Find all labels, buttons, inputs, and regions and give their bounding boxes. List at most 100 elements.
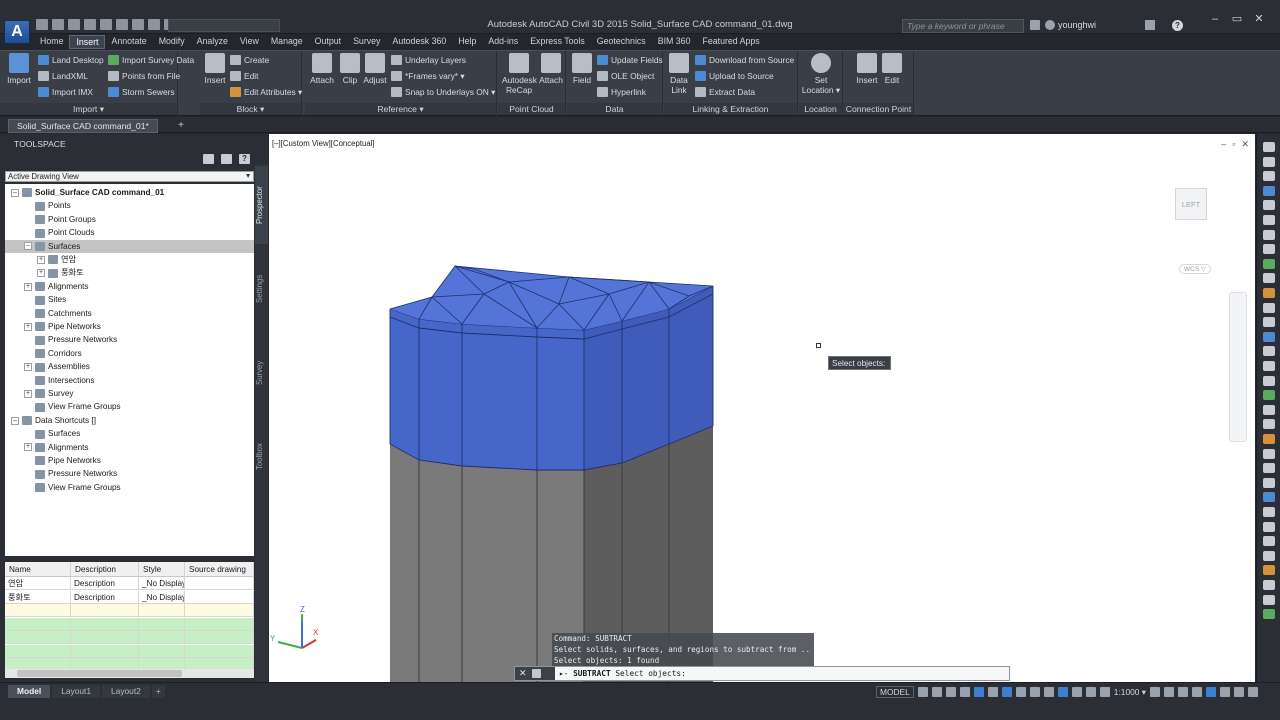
toolbar-tool-icon[interactable] bbox=[1263, 536, 1275, 547]
expand-toggle-icon[interactable]: + bbox=[24, 389, 32, 398]
toolbar-tool-icon[interactable] bbox=[1263, 521, 1275, 532]
dynamic-input-icon[interactable] bbox=[945, 687, 956, 697]
solid-model[interactable] bbox=[269, 134, 1255, 682]
set-location-button[interactable]: Set Location ▾ bbox=[801, 53, 841, 95]
tab-geotechnics[interactable]: Geotechnics bbox=[591, 35, 652, 49]
tab-layout1[interactable]: Layout1 bbox=[52, 685, 101, 698]
toolbar-tool-icon[interactable] bbox=[1263, 375, 1275, 386]
add-layout-tab[interactable]: + bbox=[151, 685, 165, 698]
wcs-menu[interactable]: WCS ▽ bbox=[1179, 264, 1211, 274]
toolbar-tool-icon[interactable] bbox=[1263, 142, 1275, 152]
list-row[interactable]: 연암 Description _No Display bbox=[5, 577, 254, 590]
expand-toggle-icon[interactable]: + bbox=[24, 282, 32, 291]
lineweight-icon[interactable] bbox=[1029, 687, 1040, 697]
tree-item[interactable]: Sites bbox=[5, 293, 254, 306]
tree-item[interactable]: Pressure Networks bbox=[5, 333, 254, 346]
column-style[interactable]: Style bbox=[139, 562, 185, 577]
tree-item[interactable]: Point Clouds bbox=[5, 226, 254, 239]
object-snap-tracking-icon[interactable] bbox=[1001, 687, 1012, 697]
polar-tracking-icon[interactable] bbox=[973, 687, 984, 697]
expand-toggle-icon[interactable]: – bbox=[11, 188, 19, 197]
tab-view[interactable]: View bbox=[234, 35, 265, 49]
ortho-icon[interactable] bbox=[959, 687, 970, 697]
tab-add-ins[interactable]: Add-ins bbox=[482, 35, 524, 49]
annotation-visibility-icon[interactable] bbox=[1085, 687, 1096, 697]
tab-featured-apps[interactable]: Featured Apps bbox=[696, 35, 765, 49]
toolbar-tool-icon[interactable] bbox=[1263, 565, 1275, 576]
toolbar-tool-icon[interactable] bbox=[1263, 215, 1275, 225]
import-panel-title[interactable]: Import ▾ bbox=[0, 103, 177, 115]
active-drawing-view-select[interactable]: Active Drawing View bbox=[5, 171, 254, 182]
new-tab-plus-icon[interactable]: + bbox=[175, 120, 187, 131]
selection-cycling-icon[interactable] bbox=[1057, 687, 1068, 697]
tab-survey[interactable]: Survey bbox=[255, 334, 268, 412]
edit-block-button[interactable]: Edit bbox=[230, 71, 258, 81]
download-from-source-button[interactable]: Download from Source bbox=[695, 55, 794, 65]
storm-sewers-button[interactable]: Storm Sewers bbox=[108, 87, 175, 97]
list-row[interactable]: 풍화토 Description _No Display bbox=[5, 590, 254, 604]
model-space-button[interactable]: MODEL bbox=[876, 686, 914, 698]
view-toggle-icon[interactable] bbox=[203, 154, 214, 164]
tree-item[interactable]: Intersections bbox=[5, 374, 254, 387]
ole-object-button[interactable]: OLE Object bbox=[597, 71, 654, 81]
tab-home[interactable]: Home bbox=[34, 35, 69, 49]
toolbar-tool-icon[interactable] bbox=[1263, 434, 1275, 444]
points-from-file-button[interactable]: Points from File bbox=[108, 71, 180, 81]
data-link-button[interactable]: Data Link bbox=[664, 53, 694, 95]
extract-data-button[interactable]: Extract Data bbox=[695, 87, 755, 97]
tree-item[interactable]: – Data Shortcuts [] bbox=[5, 414, 254, 427]
workspace-switching-icon[interactable] bbox=[1149, 687, 1160, 697]
attach-reference-button[interactable]: Attach bbox=[307, 53, 337, 85]
expand-toggle-icon[interactable]: + bbox=[24, 443, 32, 452]
tab-insert[interactable]: Insert bbox=[69, 35, 106, 49]
annotation-monitor-icon[interactable] bbox=[1163, 687, 1174, 697]
tree-item[interactable]: + Pipe Networks bbox=[5, 320, 254, 333]
hardware-acceleration-icon[interactable] bbox=[1205, 687, 1216, 697]
clean-screen-icon[interactable] bbox=[1233, 687, 1244, 697]
tab-modify[interactable]: Modify bbox=[153, 35, 191, 49]
expand-toggle-icon[interactable]: + bbox=[24, 363, 32, 372]
expand-toggle-icon[interactable]: + bbox=[37, 269, 45, 278]
autodesk-recap-button[interactable]: Autodesk ReCap bbox=[502, 53, 537, 95]
tree-item[interactable]: View Frame Groups bbox=[5, 481, 254, 494]
drawing-viewport[interactable]: [–][Custom View][Conceptual] – ▫ ✕ Z Y X… bbox=[269, 134, 1255, 682]
tree-item[interactable]: Corridors bbox=[5, 347, 254, 360]
tab-autodesk-360[interactable]: Autodesk 360 bbox=[386, 35, 452, 49]
reference-panel-title[interactable]: Reference ▾ bbox=[305, 103, 496, 115]
toolbar-tool-icon[interactable] bbox=[1263, 244, 1275, 255]
customize-wrench-icon[interactable] bbox=[531, 669, 541, 678]
tab-prospector[interactable]: Prospector bbox=[255, 166, 268, 244]
command-input[interactable]: ▸- SUBTRACT Select objects: bbox=[559, 667, 686, 680]
tab-express-tools[interactable]: Express Tools bbox=[524, 35, 591, 49]
navigation-bar[interactable] bbox=[1229, 292, 1247, 442]
tree-item[interactable]: Pressure Networks bbox=[5, 467, 254, 480]
help-icon[interactable]: ? bbox=[1172, 20, 1183, 31]
create-block-button[interactable]: Create bbox=[230, 55, 269, 65]
search-icon[interactable] bbox=[1030, 20, 1040, 30]
restore-button[interactable]: ▭ bbox=[1230, 14, 1244, 25]
toolbar-tool-icon[interactable] bbox=[1263, 390, 1275, 401]
edit-attributes-button[interactable]: Edit Attributes ▾ bbox=[230, 87, 302, 97]
toolbar-tool-icon[interactable] bbox=[1263, 171, 1275, 182]
help-search-input[interactable]: Type a keyword or phrase bbox=[902, 19, 1024, 33]
tab-model[interactable]: Model bbox=[8, 685, 51, 698]
import-imx-button[interactable]: Import IMX bbox=[38, 87, 93, 97]
tree-item[interactable]: + Survey bbox=[5, 387, 254, 400]
attach-point-cloud-button[interactable]: Attach bbox=[536, 53, 566, 85]
toolbar-tool-icon[interactable] bbox=[1263, 507, 1275, 517]
toolbar-tool-icon[interactable] bbox=[1263, 273, 1275, 284]
tree-item[interactable]: Points bbox=[5, 199, 254, 212]
close-command-line-icon[interactable]: ✕ bbox=[519, 668, 527, 679]
landxml-button[interactable]: LandXML bbox=[38, 71, 88, 81]
item-view-icon[interactable] bbox=[221, 154, 232, 164]
tree-item[interactable]: Pipe Networks bbox=[5, 454, 254, 467]
import-button[interactable]: Import bbox=[4, 53, 34, 85]
insert-block-button[interactable]: Insert bbox=[200, 53, 230, 85]
expand-toggle-icon[interactable]: – bbox=[24, 242, 32, 251]
toolbar-tool-icon[interactable] bbox=[1263, 550, 1275, 561]
toolbar-tool-icon[interactable] bbox=[1263, 331, 1275, 342]
item-list-scrollbar[interactable] bbox=[5, 669, 254, 678]
tree-item[interactable]: + 풍화토 bbox=[5, 266, 254, 279]
tab-help[interactable]: Help bbox=[452, 35, 482, 49]
toolbar-tool-icon[interactable] bbox=[1263, 404, 1275, 415]
